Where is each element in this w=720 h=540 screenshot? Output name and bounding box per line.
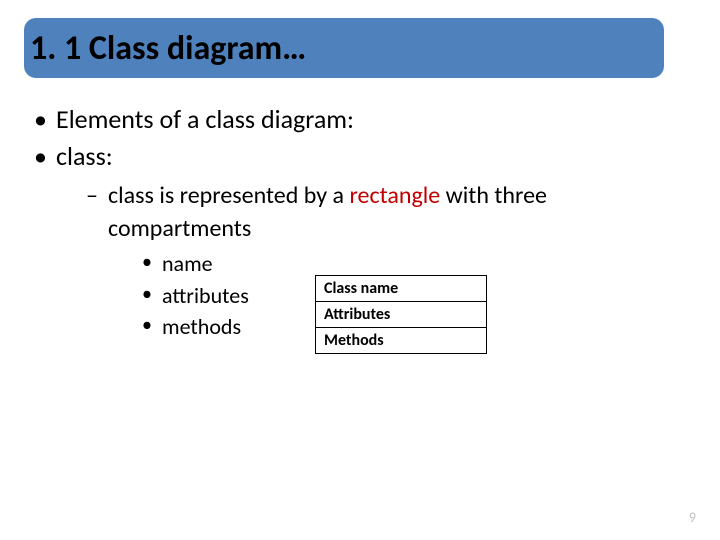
slide: 1. 1 Class diagram… Elements of a class …: [0, 0, 720, 540]
rect-pre: class is represented by a: [108, 181, 349, 210]
uml-class-box: Class name Attributes Methods: [315, 275, 487, 354]
bullet-class-text: class:: [56, 140, 113, 172]
rect-highlight: rectangle: [349, 181, 440, 210]
uml-row-classname: Class name: [316, 276, 486, 302]
uml-row-methods: Methods: [316, 328, 486, 353]
uml-row-attributes: Attributes: [316, 302, 486, 328]
page-number: 9: [689, 509, 696, 526]
bullet-elements: Elements of a class diagram:: [30, 102, 680, 137]
slide-title: 1. 1 Class diagram…: [30, 28, 306, 69]
title-box: 1. 1 Class diagram…: [24, 18, 664, 78]
